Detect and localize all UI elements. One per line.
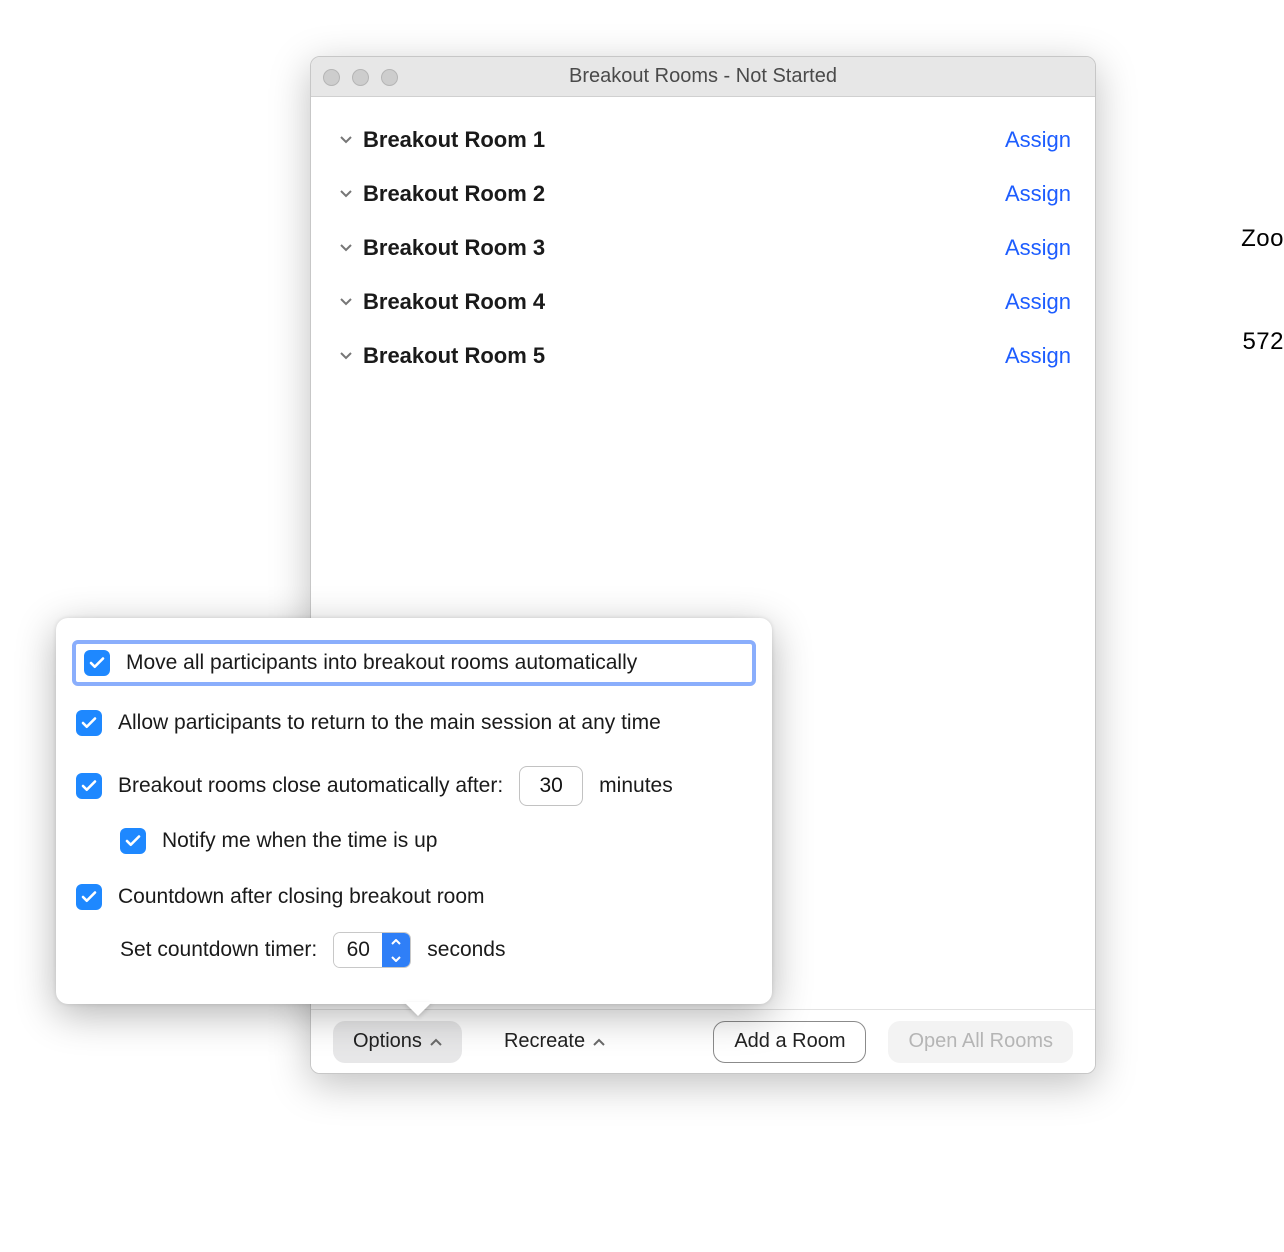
open-all-rooms-button-label: Open All Rooms (908, 1030, 1053, 1053)
option-countdown-timer: Set countdown timer: 60 seconds (76, 926, 752, 974)
option-label: Notify me when the time is up (162, 829, 437, 853)
room-row[interactable]: Breakout Room 5 Assign (335, 329, 1071, 383)
option-label: Countdown after closing breakout room (118, 885, 485, 909)
checkbox-checked-icon[interactable] (84, 650, 110, 676)
add-room-button[interactable]: Add a Room (713, 1021, 866, 1063)
option-notify-time-up[interactable]: Notify me when the time is up (76, 822, 752, 860)
option-close-after[interactable]: Breakout rooms close automatically after… (76, 760, 752, 812)
assign-link[interactable]: Assign (1005, 343, 1071, 369)
room-row[interactable]: Breakout Room 2 Assign (335, 167, 1071, 221)
room-name: Breakout Room 5 (363, 343, 545, 369)
room-row[interactable]: Breakout Room 3 Assign (335, 221, 1071, 275)
chevron-down-icon[interactable] (335, 244, 357, 252)
chevron-down-icon[interactable] (335, 352, 357, 360)
close-window-button[interactable] (323, 69, 340, 86)
minutes-suffix-label: minutes (599, 774, 673, 798)
room-name: Breakout Room 4 (363, 289, 545, 315)
countdown-seconds-stepper[interactable]: 60 (333, 932, 411, 968)
option-label: Move all participants into breakout room… (126, 651, 637, 675)
option-countdown[interactable]: Countdown after closing breakout room (76, 878, 752, 916)
open-all-rooms-button: Open All Rooms (888, 1021, 1073, 1063)
chevron-up-icon (593, 1034, 605, 1049)
minimize-window-button[interactable] (352, 69, 369, 86)
option-allow-return[interactable]: Allow participants to return to the main… (76, 704, 752, 742)
window-controls (323, 69, 398, 86)
assign-link[interactable]: Assign (1005, 127, 1071, 153)
window-title: Breakout Rooms - Not Started (569, 65, 837, 88)
assign-link[interactable]: Assign (1005, 181, 1071, 207)
countdown-timer-label: Set countdown timer: (120, 938, 317, 962)
room-name: Breakout Room 2 (363, 181, 545, 207)
countdown-seconds-value: 60 (334, 933, 382, 967)
recreate-button-label: Recreate (504, 1030, 585, 1053)
option-label: Allow participants to return to the main… (118, 711, 661, 735)
chevron-down-icon[interactable] (335, 190, 357, 198)
room-row[interactable]: Breakout Room 4 Assign (335, 275, 1071, 329)
zoom-window-button[interactable] (381, 69, 398, 86)
room-name: Breakout Room 3 (363, 235, 545, 261)
close-after-minutes-input[interactable] (519, 766, 583, 806)
chevron-down-icon[interactable] (335, 298, 357, 306)
options-button[interactable]: Options (333, 1021, 462, 1063)
chevron-down-icon[interactable] (335, 136, 357, 144)
stepper-up-icon[interactable] (382, 933, 410, 950)
chevron-up-icon (430, 1034, 442, 1049)
room-name: Breakout Room 1 (363, 127, 545, 153)
background-text-572: 572 (1242, 328, 1284, 356)
titlebar: Breakout Rooms - Not Started (311, 57, 1095, 97)
options-popover: Move all participants into breakout room… (56, 618, 772, 1004)
recreate-button[interactable]: Recreate (484, 1021, 625, 1063)
assign-link[interactable]: Assign (1005, 235, 1071, 261)
checkbox-checked-icon[interactable] (76, 884, 102, 910)
checkbox-checked-icon[interactable] (76, 710, 102, 736)
option-label: Breakout rooms close automatically after… (118, 774, 503, 798)
checkbox-checked-icon[interactable] (76, 773, 102, 799)
stepper-down-icon[interactable] (382, 950, 410, 967)
checkbox-checked-icon[interactable] (120, 828, 146, 854)
assign-link[interactable]: Assign (1005, 289, 1071, 315)
option-move-auto[interactable]: Move all participants into breakout room… (72, 640, 756, 686)
background-text-zoo: Zoo (1241, 225, 1284, 253)
room-row[interactable]: Breakout Room 1 Assign (335, 113, 1071, 167)
add-room-button-label: Add a Room (734, 1030, 845, 1053)
bottom-toolbar: Options Recreate Add a Room Open All Roo… (311, 1009, 1095, 1073)
seconds-suffix-label: seconds (427, 938, 505, 962)
options-button-label: Options (353, 1030, 422, 1053)
